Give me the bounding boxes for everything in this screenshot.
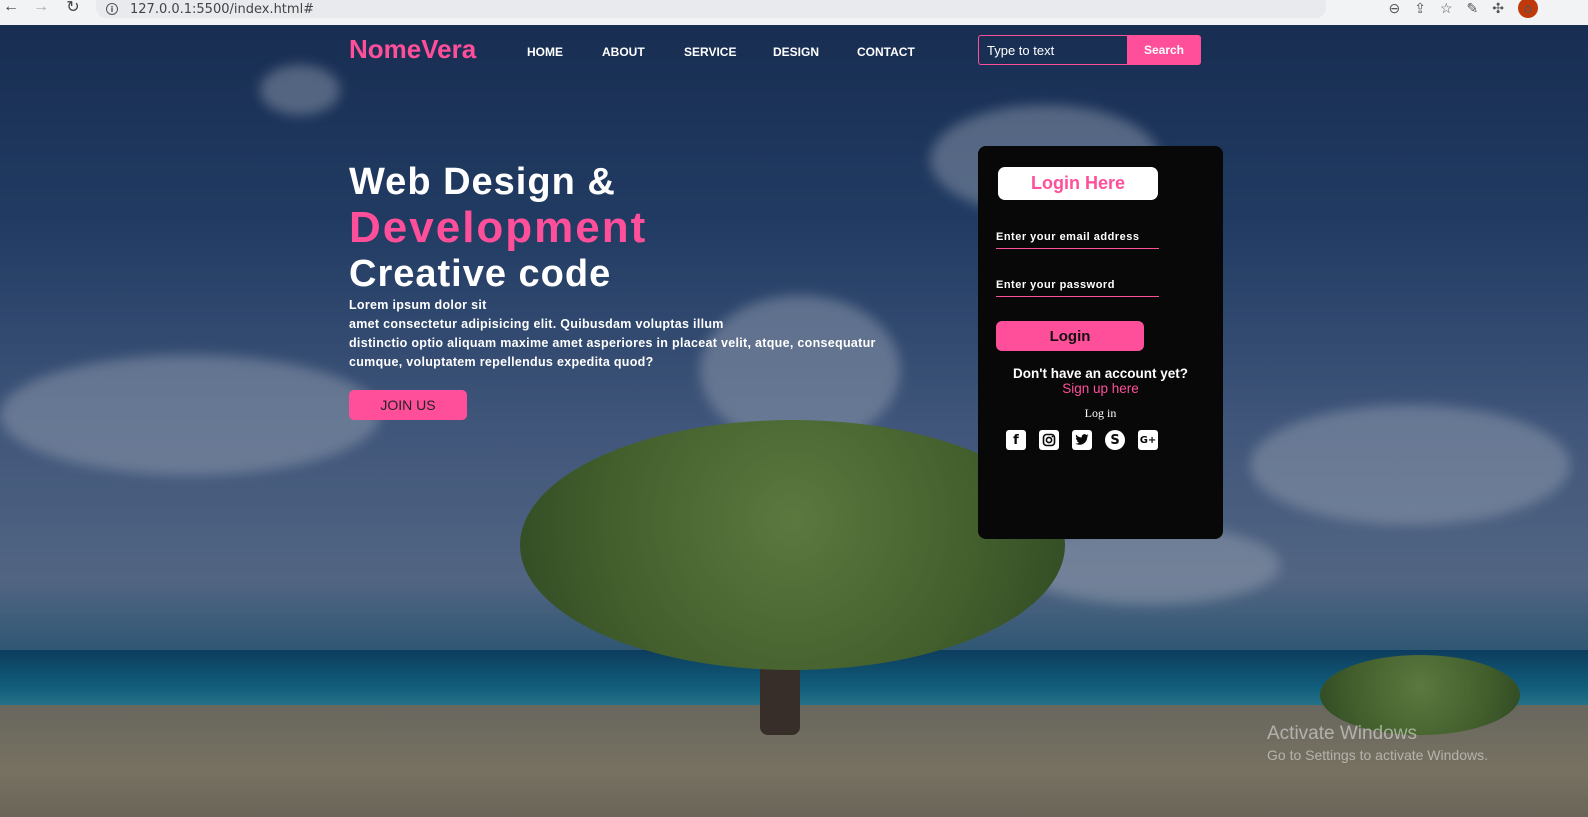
reload-icon[interactable]: ↻ [62, 0, 84, 18]
hero-background-image [0, 25, 1588, 817]
facebook-icon[interactable]: f [1006, 430, 1026, 450]
forward-icon[interactable]: → [30, 0, 52, 18]
profile-avatar[interactable]: o [1518, 0, 1538, 18]
hero-heading-line3: Creative code [349, 253, 612, 295]
url-text: 127.0.0.1:5500/index.html# [130, 1, 315, 17]
back-icon[interactable]: ← [0, 0, 22, 18]
edit-icon[interactable]: ✎ [1467, 0, 1479, 17]
instagram-icon[interactable] [1039, 430, 1059, 450]
join-us-button[interactable]: JOIN US [349, 390, 467, 420]
twitter-icon[interactable] [1072, 430, 1092, 450]
hero-description-line: cumque, voluptatem repellendus expedita … [349, 355, 654, 369]
share-icon[interactable]: ⇪ [1414, 0, 1426, 17]
site-logo[interactable]: NomeVera [349, 34, 476, 65]
windows-activation-title: Activate Windows [1267, 723, 1417, 744]
browser-actions: ⊖ ⇪ ☆ ✎ ✣ o [1389, 0, 1538, 18]
skype-icon[interactable]: S [1105, 430, 1125, 450]
login-card: Login Here Login Don't have an account y… [978, 146, 1223, 539]
nav-contact[interactable]: CONTACT [857, 45, 915, 59]
social-icons: f S G+ [1006, 430, 1158, 450]
search-bar: Search [978, 35, 1201, 65]
nav-home[interactable]: HOME [527, 45, 563, 59]
bookmark-star-icon[interactable]: ☆ [1440, 0, 1453, 17]
search-button[interactable]: Search [1127, 35, 1201, 65]
hero-section: Web Design & Development Creative code L… [349, 160, 879, 372]
hero-description-line: amet consectetur adipisicing elit. Quibu… [349, 317, 724, 331]
email-field[interactable] [996, 225, 1159, 249]
hero-description-line: Lorem ipsum dolor sit [349, 298, 487, 312]
site-info-icon[interactable]: i [106, 3, 118, 15]
login-title: Login Here [998, 167, 1158, 200]
windows-activation-subtitle: Go to Settings to activate Windows. [1267, 747, 1488, 763]
hero-description: Lorem ipsum dolor sit amet consectetur a… [349, 296, 879, 372]
hero-heading-line1: Web Design & [349, 161, 616, 203]
password-field[interactable] [996, 273, 1159, 297]
extensions-icon[interactable]: ✣ [1492, 0, 1504, 17]
social-login-label: Log in [1084, 406, 1117, 420]
nav-service[interactable]: SERVICE [684, 45, 736, 59]
signup-link[interactable]: Sign up here [978, 381, 1223, 396]
no-account-text: Don't have an account yet? [1013, 366, 1188, 381]
login-button[interactable]: Login [996, 321, 1144, 351]
hero-heading-line2: Development [349, 203, 648, 252]
zoom-icon[interactable]: ⊖ [1389, 0, 1401, 17]
address-bar[interactable]: i 127.0.0.1:5500/index.html# [96, 0, 1326, 18]
nav-design[interactable]: DESIGN [773, 45, 819, 59]
browser-toolbar: ← → ↻ i 127.0.0.1:5500/index.html# ⊖ ⇪ ☆… [0, 0, 1588, 25]
google-plus-icon[interactable]: G+ [1138, 430, 1158, 450]
hero-description-line: distinctio optio aliquam maxime amet asp… [349, 336, 876, 350]
nav-about[interactable]: ABOUT [602, 45, 645, 59]
search-input[interactable] [978, 35, 1127, 65]
